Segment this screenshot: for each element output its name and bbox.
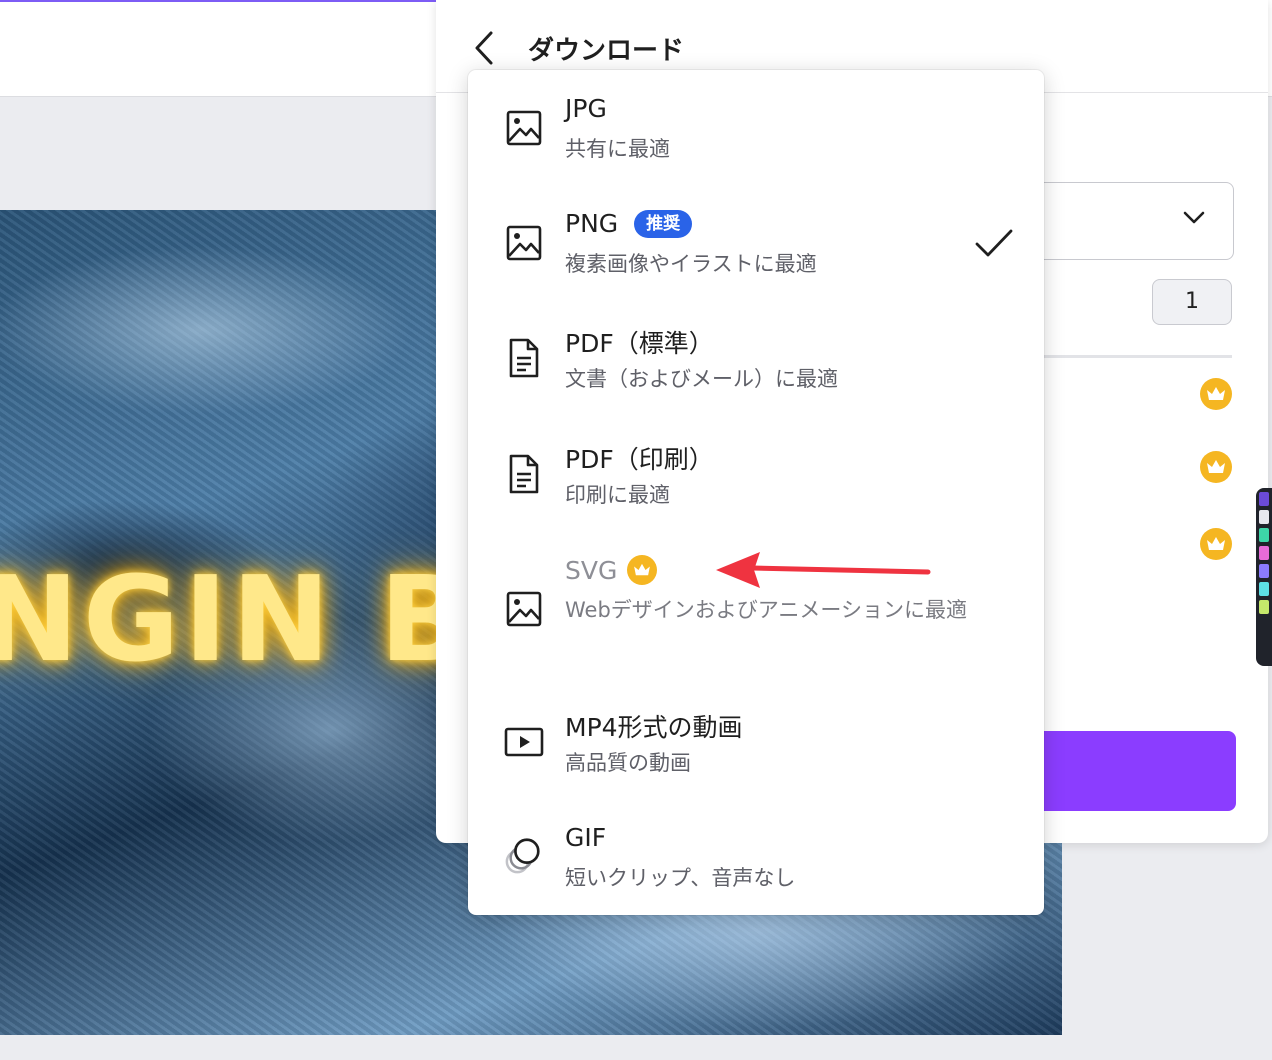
format-title: PDF（標準） bbox=[565, 329, 714, 358]
format-title: PNG 推奨 bbox=[565, 209, 693, 238]
format-title-text: PNG bbox=[565, 209, 619, 238]
canvas-glow-text: NGIN B bbox=[0, 550, 474, 688]
chevron-left-icon bbox=[475, 31, 493, 65]
panel-title: ダウンロード bbox=[528, 36, 685, 66]
annotation-arrow-icon bbox=[716, 552, 931, 588]
video-icon bbox=[504, 722, 544, 762]
image-icon bbox=[504, 589, 544, 629]
format-option-mp4[interactable]: MP4形式の動画 高品質の動画 bbox=[468, 706, 1044, 798]
format-description: Webデザインおよびアニメーションに最適 bbox=[565, 598, 967, 622]
crown-icon bbox=[1200, 451, 1232, 483]
format-option-pdf-print[interactable]: PDF（印刷） 印刷に最適 bbox=[468, 438, 1044, 530]
format-option-jpg[interactable]: JPG 共有に最適 bbox=[468, 92, 1044, 184]
document-icon bbox=[504, 454, 544, 494]
format-description: 印刷に最適 bbox=[565, 483, 670, 507]
back-button[interactable] bbox=[466, 28, 502, 68]
format-description: 文書（およびメール）に最適 bbox=[565, 367, 838, 391]
crown-icon bbox=[1200, 528, 1232, 560]
format-option-png[interactable]: PNG 推奨 複素画像やイラストに最適 bbox=[468, 207, 1044, 299]
format-description: 複素画像やイラストに最適 bbox=[565, 252, 817, 276]
format-title: SVG bbox=[565, 555, 658, 585]
image-icon bbox=[504, 108, 544, 148]
chevron-down-icon bbox=[1183, 211, 1205, 224]
format-option-gif[interactable]: GIF 短いクリップ、音声なし bbox=[468, 821, 1044, 913]
crown-icon bbox=[1200, 378, 1232, 410]
format-title-text: SVG bbox=[565, 555, 618, 585]
format-title: JPG bbox=[565, 94, 607, 123]
top-accent-line bbox=[0, 0, 440, 2]
format-description: 共有に最適 bbox=[565, 137, 670, 161]
format-option-pdf-standard[interactable]: PDF（標準） 文書（およびメール）に最適 bbox=[468, 322, 1044, 414]
format-title: GIF bbox=[565, 823, 607, 852]
format-description: 短いクリップ、音声なし bbox=[565, 866, 796, 890]
format-dropdown: JPG 共有に最適 PNG 推奨 複素画像やイラストに最適 PDF（標準） 文書… bbox=[468, 70, 1044, 915]
image-icon bbox=[504, 223, 544, 263]
side-color-tab[interactable] bbox=[1256, 488, 1272, 666]
document-icon bbox=[504, 338, 544, 378]
format-title: MP4形式の動画 bbox=[565, 713, 743, 742]
page-count-field[interactable]: 1 bbox=[1152, 279, 1232, 325]
checkmark-icon bbox=[975, 229, 1013, 257]
recommended-badge: 推奨 bbox=[634, 209, 693, 238]
crown-icon bbox=[627, 555, 658, 585]
format-title: PDF（印刷） bbox=[565, 445, 714, 474]
format-description: 高品質の動画 bbox=[565, 751, 691, 775]
gif-icon bbox=[504, 835, 544, 875]
